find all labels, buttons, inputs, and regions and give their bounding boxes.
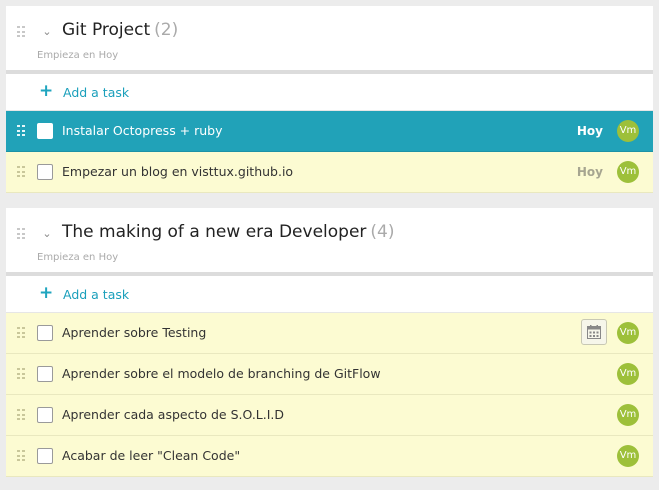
drag-handle-icon[interactable]	[17, 166, 25, 178]
due-date[interactable]: Hoy	[577, 124, 603, 138]
project-header[interactable]: ⌄ Git Project (2) Empieza en Hoy	[6, 6, 653, 74]
drag-handle-icon[interactable]	[17, 125, 25, 137]
task-row[interactable]: Aprender cada aspecto de S.O.L.I.D Vm	[6, 395, 653, 436]
avatar[interactable]: Vm	[617, 445, 639, 467]
task-row[interactable]: Aprender sobre el modelo de branching de…	[6, 354, 653, 395]
task-title[interactable]: Acabar de leer "Clean Code"	[62, 448, 240, 463]
chevron-down-icon[interactable]: ⌄	[40, 25, 54, 39]
plus-icon: +	[39, 283, 54, 303]
task-checkbox[interactable]	[37, 407, 53, 423]
calendar-icon[interactable]	[581, 319, 607, 345]
project-developer: ⌄ The making of a new era Developer (4) E…	[6, 208, 653, 477]
project-header[interactable]: ⌄ The making of a new era Developer (4) E…	[6, 208, 653, 276]
task-row[interactable]: Aprender sobre Testing Vm	[6, 313, 653, 354]
task-checkbox[interactable]	[37, 448, 53, 464]
plus-icon: +	[39, 81, 54, 101]
avatar[interactable]: Vm	[617, 322, 639, 344]
task-row[interactable]: Empezar un blog en visttux.github.io Hoy…	[6, 152, 653, 193]
task-list-page: ⌄ Git Project (2) Empieza en Hoy + Add a …	[0, 0, 659, 490]
due-date[interactable]: Hoy	[577, 165, 603, 179]
drag-handle-icon[interactable]	[17, 368, 25, 380]
add-task-label: Add a task	[63, 85, 130, 100]
task-title[interactable]: Empezar un blog en visttux.github.io	[62, 164, 293, 179]
task-title[interactable]: Aprender cada aspecto de S.O.L.I.D	[62, 407, 284, 422]
avatar[interactable]: Vm	[617, 161, 639, 183]
task-checkbox[interactable]	[37, 164, 53, 180]
task-checkbox[interactable]	[37, 123, 53, 139]
task-title[interactable]: Aprender sobre Testing	[62, 325, 206, 340]
task-checkbox[interactable]	[37, 366, 53, 382]
task-title[interactable]: Aprender sobre el modelo de branching de…	[62, 366, 381, 381]
drag-handle-icon[interactable]	[17, 327, 25, 339]
drag-handle-icon[interactable]	[17, 409, 25, 421]
drag-handle-icon[interactable]	[17, 450, 25, 462]
project-title: The making of a new era Developer (4)	[62, 222, 395, 242]
project-title: Git Project (2)	[62, 20, 179, 40]
task-checkbox[interactable]	[37, 325, 53, 341]
project-count: (2)	[154, 20, 179, 40]
project-start-date: Empieza en Hoy	[37, 50, 119, 61]
project-start-date: Empieza en Hoy	[37, 252, 119, 263]
task-row[interactable]: Instalar Octopress + ruby Hoy Vm	[6, 111, 653, 152]
avatar[interactable]: Vm	[617, 120, 639, 142]
drag-handle-icon[interactable]	[17, 26, 25, 38]
project-git: ⌄ Git Project (2) Empieza en Hoy + Add a …	[6, 6, 653, 193]
project-count: (4)	[370, 222, 395, 242]
avatar[interactable]: Vm	[617, 404, 639, 426]
add-task-button[interactable]: + Add a task	[6, 74, 653, 111]
avatar[interactable]: Vm	[617, 363, 639, 385]
task-row[interactable]: Acabar de leer "Clean Code" Vm	[6, 436, 653, 477]
task-title[interactable]: Instalar Octopress + ruby	[62, 123, 223, 138]
add-task-button[interactable]: + Add a task	[6, 276, 653, 313]
add-task-label: Add a task	[63, 287, 130, 302]
chevron-down-icon[interactable]: ⌄	[40, 227, 54, 241]
drag-handle-icon[interactable]	[17, 228, 25, 240]
